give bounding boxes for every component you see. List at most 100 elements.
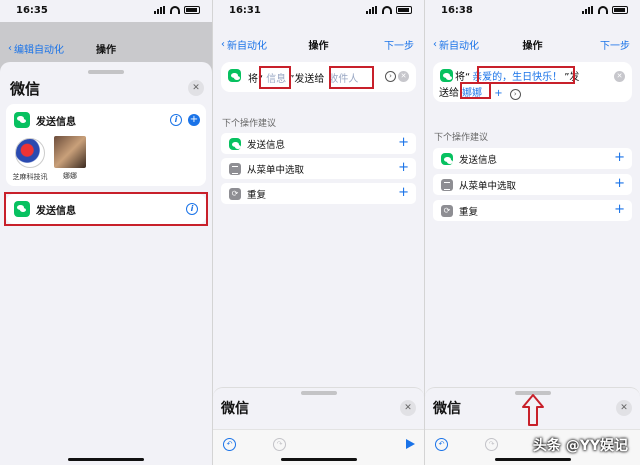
avatar [15,138,45,168]
contact-name: 芝麻科技讯 [12,173,48,181]
screen-3: 16:38 ‹ 新自动化 操作 下一步 将“ 亲爱的，生日快乐！ ”发 送给 娜娜 + … [425,0,640,465]
home-indicator [68,458,144,461]
add-icon[interactable]: + [614,177,625,191]
back-button[interactable]: ‹ 新自动化 [433,37,479,52]
status-time: 16:38 [441,5,473,16]
bottom-sheet: 微信 ✕ ↶ ↷ [213,387,424,465]
suggestion-label: 重复 [459,206,479,218]
avatar [54,136,86,168]
next-button[interactable]: 下一步 [600,37,630,52]
remove-icon[interactable]: ✕ [398,71,409,82]
sheet-grabber[interactable] [88,70,124,74]
repeat-icon: ⟳ [441,204,453,217]
add-icon[interactable]: + [398,136,409,150]
close-button[interactable]: ✕ [188,80,204,96]
back-button[interactable]: ‹ 编辑自动化 [8,41,64,56]
signal-icon [582,6,594,14]
highlight-box [329,66,374,89]
close-icon: ✕ [192,83,200,93]
highlight-box [460,82,491,99]
close-button[interactable]: ✕ [400,400,416,416]
next-button[interactable]: 下一步 [384,37,414,52]
suggestion-item[interactable]: 发送信息 + [221,133,416,154]
contact-item[interactable]: 娜娜 [50,136,90,181]
suggestion-label: 重复 [247,189,267,201]
wechat-icon [229,137,241,150]
contact-name: 娜娜 [63,172,77,180]
highlight-box [259,66,291,89]
wifi-icon [598,6,608,14]
undo-icon[interactable]: ↶ [223,438,236,451]
back-button[interactable]: ‹ 新自动化 [221,37,267,52]
close-button[interactable]: ✕ [616,400,632,416]
screen-1: 16:35 ‹ 编辑自动化 操作 微信 ✕ 发送信息 i + 芝麻科技讯 娜娜 … [0,0,212,465]
suggestion-item[interactable]: ⟳ 重复 + [221,183,416,204]
signal-icon [154,6,166,14]
action-middle: 送给 [439,88,459,99]
expand-icon[interactable]: › [509,89,521,100]
wifi-icon [170,6,180,14]
sheet-title: 微信 [433,401,461,417]
menu-icon [441,178,453,191]
suggestion-item[interactable]: 从菜单中选取 + [433,174,632,195]
status-bar: 16:38 [425,0,640,22]
suggestion-label: 发送信息 [459,154,498,166]
close-icon: ✕ [404,403,412,413]
nav-bar: ‹ 新自动化 操作 下一步 [425,32,640,56]
action-middle: ”发送给 [289,74,325,85]
status-time: 16:31 [229,5,261,16]
status-bar: 16:35 [0,0,212,22]
screen-2: 16:31 ‹ 新自动化 操作 下一步 将“ 信息 ”发送给 收件人 › ✕ 下个操作建… [213,0,424,465]
add-icon[interactable]: + [614,203,625,217]
nav-bar: ‹ 编辑自动化 操作 [0,36,212,60]
app-sheet: 微信 ✕ 发送信息 i + 芝麻科技讯 娜娜 发送信息 i [0,62,212,465]
play-icon[interactable] [406,439,415,449]
suggestions-title: 下个操作建议 [434,133,489,143]
suggestion-item[interactable]: ⟳ 重复 + [433,200,632,221]
repeat-icon: ⟳ [229,187,241,200]
suggestion-item[interactable]: 从菜单中选取 + [221,158,416,179]
status-icons [582,6,628,14]
arrow-up-annotation [522,394,544,426]
status-bar: 16:31 [213,0,424,22]
back-label: 新自动化 [439,41,479,52]
contact-item[interactable]: 芝麻科技讯 [10,138,50,182]
info-icon[interactable]: i [170,114,182,126]
redo-icon[interactable]: ↷ [485,438,498,451]
send-message-card: 发送信息 i + 芝麻科技讯 娜娜 [6,104,206,186]
add-icon[interactable]: + [188,114,200,126]
suggestions-title: 下个操作建议 [222,119,277,129]
suggestion-label: 从菜单中选取 [459,180,517,192]
menu-icon [229,162,241,175]
add-icon[interactable]: + [398,186,409,200]
suggestion-label: 从菜单中选取 [247,164,305,176]
expand-icon[interactable]: › [385,71,396,82]
nav-bar: ‹ 新自动化 操作 下一步 [213,32,424,56]
back-label: 编辑自动化 [14,45,64,56]
home-indicator [494,458,571,461]
add-icon[interactable]: + [398,161,409,175]
highlight-box [477,66,575,84]
home-indicator [280,458,357,461]
wifi-icon [382,6,392,14]
undo-icon[interactable]: ↶ [435,438,448,451]
wechat-icon [228,69,241,82]
sheet-grabber[interactable] [300,391,337,395]
status-icons [154,6,200,14]
add-icon[interactable]: + [614,151,625,165]
sheet-title: 微信 [10,80,41,98]
suggestion-label: 发送信息 [247,139,286,151]
status-time: 16:35 [16,5,48,16]
redo-icon[interactable]: ↷ [273,438,286,451]
wechat-icon [441,152,453,165]
send-message-label[interactable]: 发送信息 [36,113,76,128]
close-icon: ✕ [620,403,628,413]
highlight-box [4,192,208,226]
battery-icon [396,6,412,14]
status-icons [366,6,412,14]
wechat-icon [14,112,30,128]
remove-icon[interactable]: ✕ [614,71,625,82]
suggestion-item[interactable]: 发送信息 + [433,148,632,169]
battery-icon [612,6,628,14]
wechat-icon [440,69,453,82]
